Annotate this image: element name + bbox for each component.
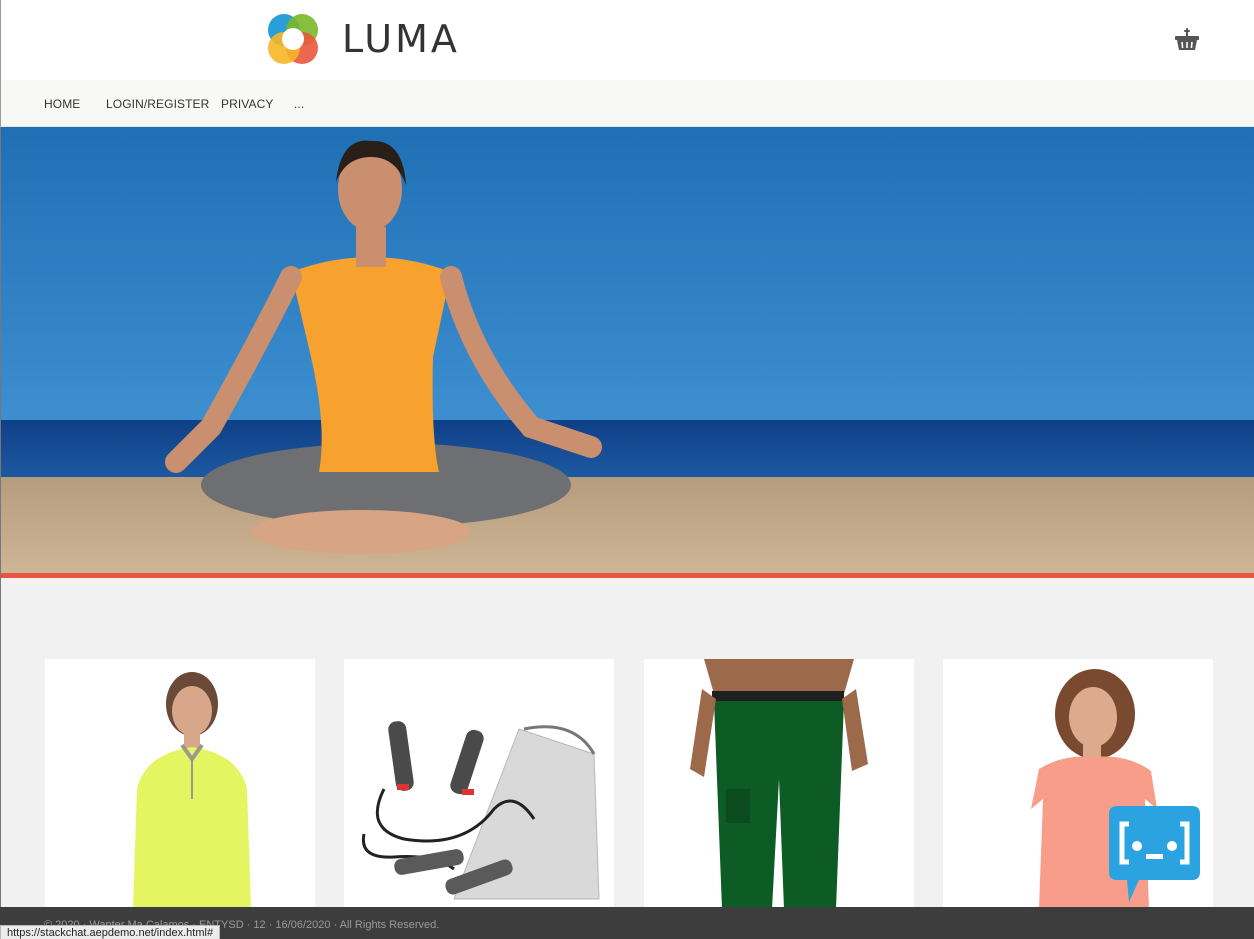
nav-item-home[interactable]: HOME — [44, 97, 80, 111]
nav-item-login-register[interactable]: LOGIN/REGISTER — [106, 97, 209, 111]
man-green-pants-image — [644, 659, 914, 909]
chatbot-button[interactable] — [1109, 806, 1200, 904]
nav-item-more[interactable]: ... — [294, 97, 304, 111]
browser-status-url: https://stackchat.aepdemo.net/index.html… — [0, 925, 221, 939]
jump-rope-image — [344, 659, 614, 909]
hero-banner — [1, 127, 1254, 573]
chatbot-icon — [1109, 806, 1200, 902]
site-header: LUMA — [0, 0, 1254, 80]
product-card[interactable] — [45, 659, 315, 909]
product-card[interactable] — [344, 659, 614, 909]
luma-logo-icon — [268, 14, 318, 64]
cart-button[interactable] — [1172, 25, 1202, 55]
hero-accent-stripe — [1, 573, 1254, 578]
luma-logo[interactable]: LUMA — [262, 8, 460, 70]
nav-item-privacy[interactable]: PRIVACY — [221, 97, 274, 111]
basket-icon — [1175, 28, 1199, 50]
main-navigation: HOME LOGIN/REGISTER PRIVACY ... — [0, 80, 1254, 127]
hero-image — [1, 127, 1254, 573]
woman-yellow-pullover-image — [45, 659, 315, 909]
logo-text: LUMA — [342, 17, 460, 61]
product-card[interactable] — [644, 659, 914, 909]
